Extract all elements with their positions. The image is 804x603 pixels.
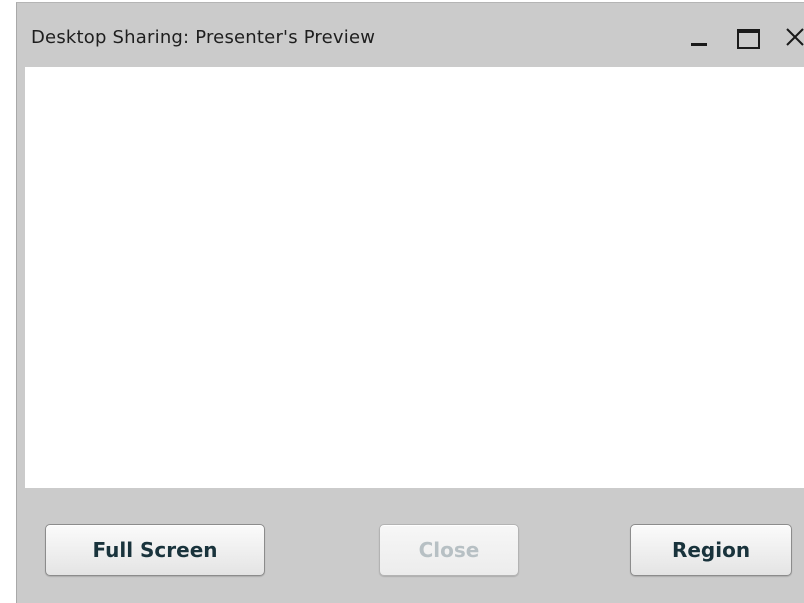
window-title: Desktop Sharing: Presenter's Preview (31, 27, 376, 48)
desktop-preview-area (25, 67, 804, 488)
full-screen-button[interactable]: Full Screen (45, 524, 265, 576)
maximize-icon[interactable] (735, 23, 763, 51)
title-bar[interactable]: Desktop Sharing: Presenter's Preview (17, 3, 804, 67)
close-icon[interactable] (781, 23, 804, 51)
region-button[interactable]: Region (630, 524, 792, 576)
presenter-preview-window: Desktop Sharing: Presenter's Preview Ful… (16, 2, 804, 603)
close-button: Close (379, 524, 519, 576)
minimize-icon[interactable] (687, 23, 715, 51)
